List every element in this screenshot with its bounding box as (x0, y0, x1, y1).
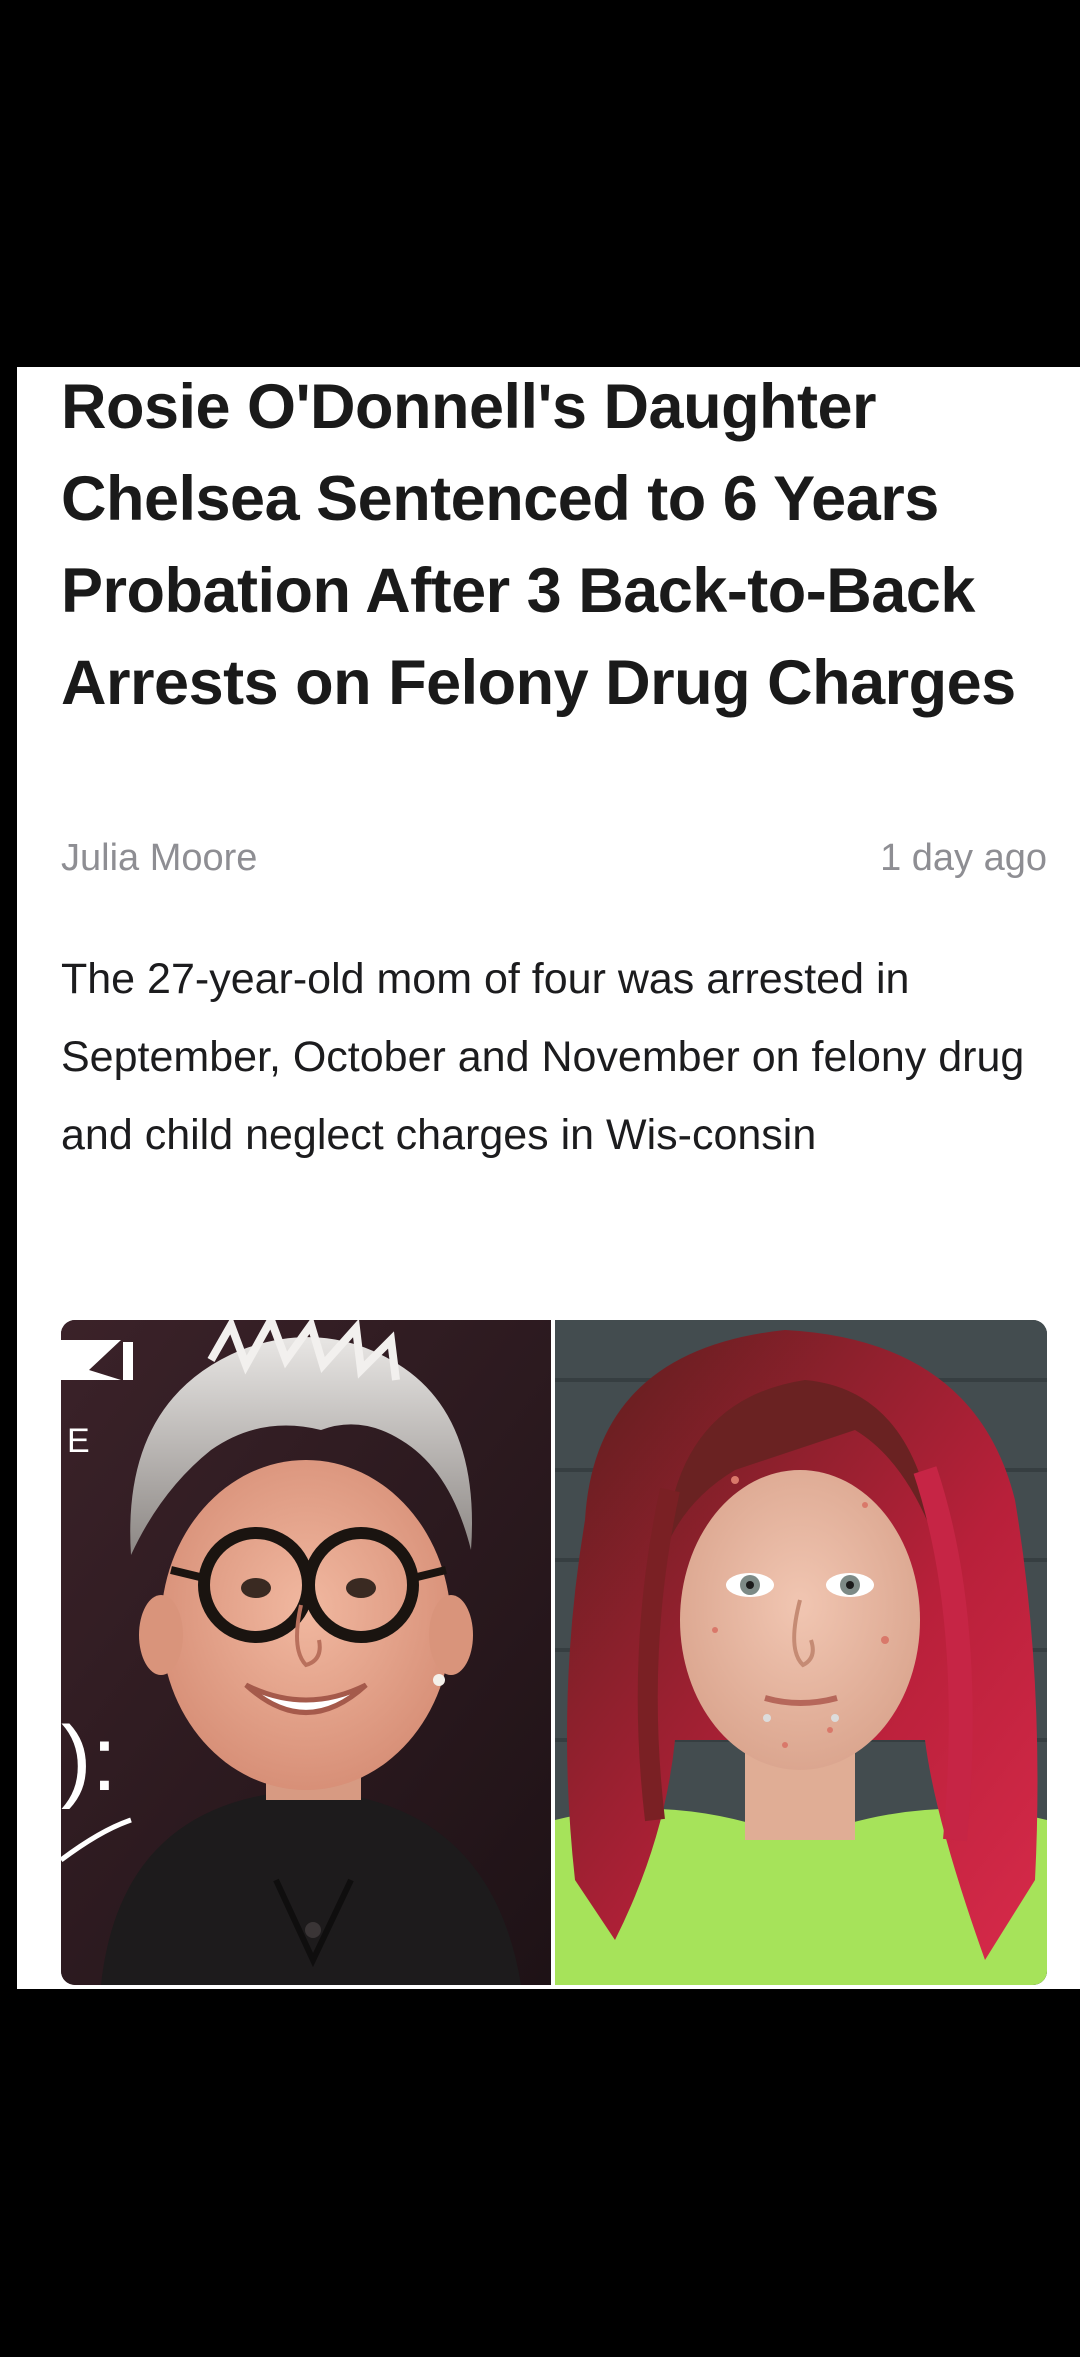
article-hero-image[interactable]: E ): (61, 1320, 1047, 1985)
photo-chelsea-mugshot (555, 1320, 1047, 1985)
publish-timestamp: 1 day ago (880, 837, 1047, 879)
author-name[interactable]: Julia Moore (61, 837, 257, 880)
article-headline[interactable]: Rosie O'Donnell's Daughter Chelsea Sente… (61, 367, 1061, 729)
backdrop-glyph: ): (61, 1708, 117, 1810)
article-lede: The 27-year-old mom of four was arrested… (61, 955, 1025, 1159)
article-card: Rosie O'Donnell's Daughter Chelsea Sente… (17, 367, 1080, 1989)
bottom-black-band (0, 1989, 1080, 2357)
byline: Julia Moore 1 day ago (61, 837, 1047, 880)
backdrop-letter: E (67, 1422, 90, 1460)
photo-rosie-odonnell: E ): (61, 1320, 551, 1985)
top-black-band (0, 0, 1080, 367)
